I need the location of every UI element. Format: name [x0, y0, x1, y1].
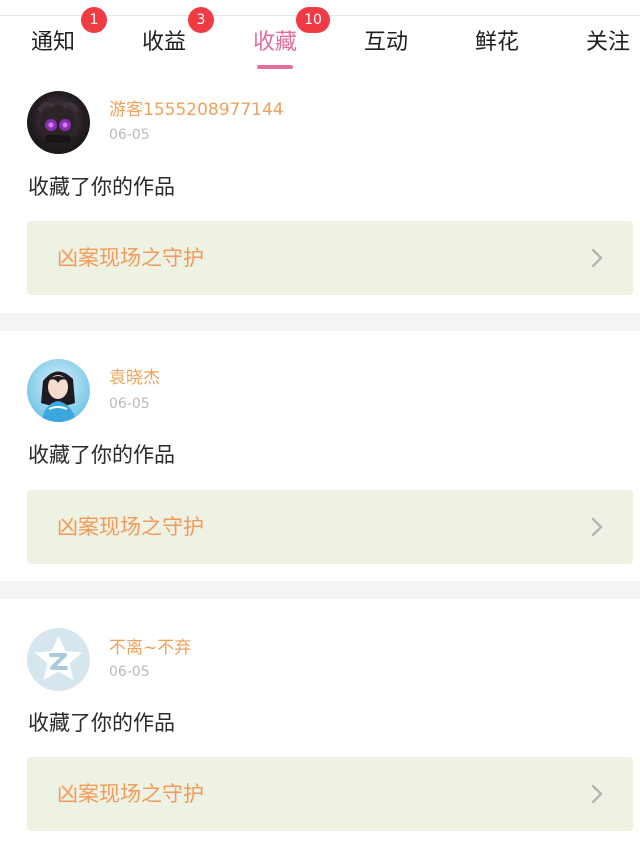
work-title: 凶案现场之守护	[57, 515, 204, 539]
work-link[interactable]: 凶案现场之守护	[27, 490, 633, 564]
action-text: 收藏了你的作品	[28, 443, 175, 467]
section-divider	[0, 581, 640, 599]
tab-interactions[interactable]: 互动	[331, 26, 441, 60]
earnings-badge: 3	[188, 7, 214, 33]
username[interactable]: 游客1555208977144	[109, 99, 284, 121]
tab-label: 收益	[141, 30, 186, 55]
username[interactable]: 不离~不弃	[109, 637, 191, 659]
tab-label: 收藏	[252, 30, 297, 55]
avatar[interactable]	[27, 628, 90, 691]
avatar[interactable]	[27, 359, 90, 422]
tab-label: 互动	[363, 30, 408, 55]
section-divider	[0, 313, 640, 331]
tab-bar: 通知 1 收益 3 收藏 10 互动 鲜花 关注	[0, 0, 640, 75]
date: 06-05	[109, 396, 150, 412]
date: 06-05	[109, 127, 150, 143]
action-text: 收藏了你的作品	[28, 175, 175, 199]
tab-label: 通知	[30, 30, 75, 55]
active-tab-indicator	[257, 65, 293, 69]
work-title: 凶案现场之守护	[57, 782, 204, 806]
work-link[interactable]: 凶案现场之守护	[27, 757, 633, 831]
list-item: 袁晓杰 06-05 收藏了你的作品 凶案现场之守护	[0, 331, 640, 581]
default-star-avatar-icon	[35, 636, 82, 680]
favorites-notification-page: 通知 1 收益 3 收藏 10 互动 鲜花 关注 游客1555208977144…	[0, 0, 640, 847]
work-link[interactable]: 凶案现场之守护	[27, 221, 633, 295]
username[interactable]: 袁晓杰	[109, 367, 160, 389]
tab-flowers[interactable]: 鲜花	[442, 26, 552, 60]
tab-following[interactable]: 关注	[553, 26, 640, 60]
favorites-badge: 10	[296, 7, 330, 33]
tab-label: 关注	[585, 30, 630, 55]
notification-badge: 1	[81, 7, 107, 33]
date: 06-05	[109, 664, 150, 680]
dark-creature-avatar-icon	[37, 101, 79, 143]
avatar[interactable]	[27, 91, 90, 154]
chevron-right-icon	[591, 784, 603, 804]
tab-label: 鲜花	[474, 30, 519, 55]
chevron-right-icon	[591, 248, 603, 268]
girl-portrait-avatar-icon	[41, 371, 77, 422]
action-text: 收藏了你的作品	[28, 711, 175, 735]
list-item: 游客1555208977144 06-05 收藏了你的作品 凶案现场之守护	[0, 75, 640, 313]
chevron-right-icon	[591, 517, 603, 537]
work-title: 凶案现场之守护	[57, 246, 204, 270]
list-item: 不离~不弃 06-05 收藏了你的作品 凶案现场之守护	[0, 599, 640, 847]
